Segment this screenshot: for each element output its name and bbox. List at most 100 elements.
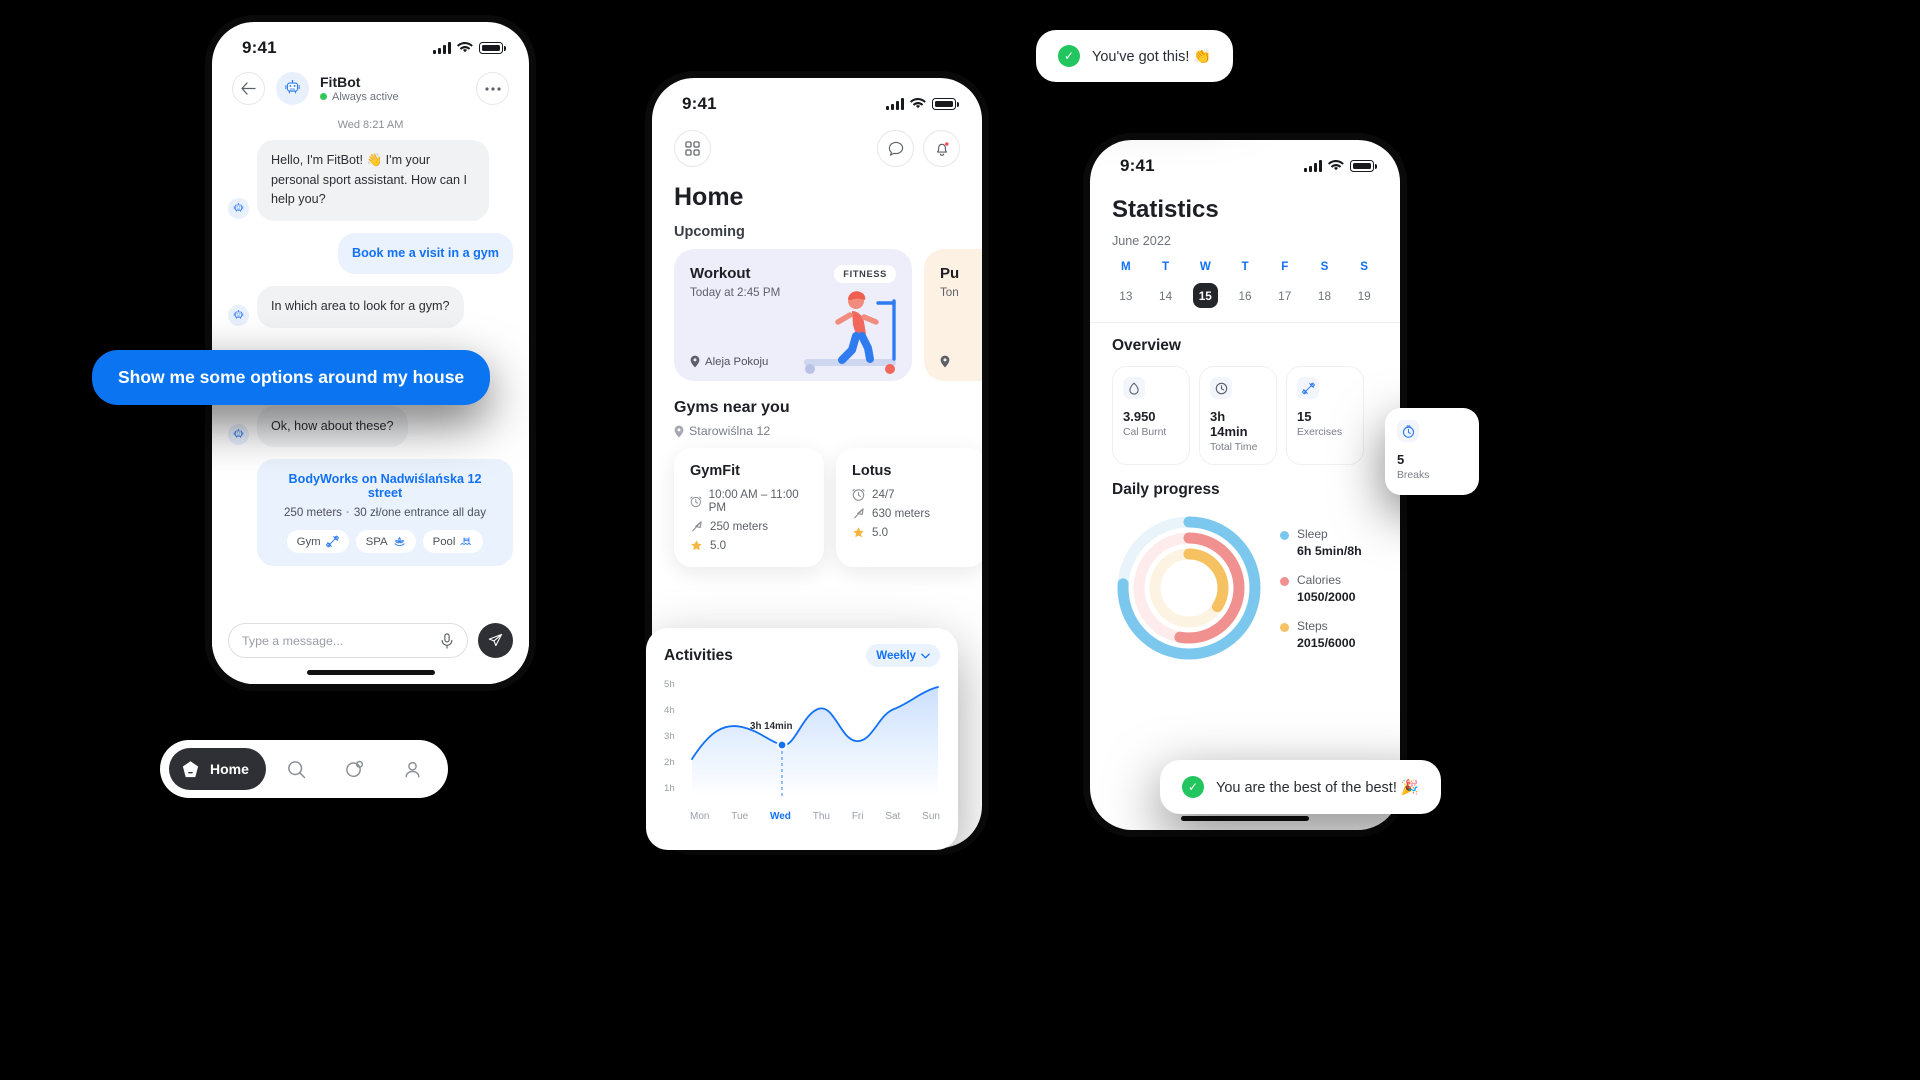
chevron-down-icon bbox=[921, 653, 930, 658]
bot-message-bubble: In which area to look for a gym? bbox=[257, 286, 464, 328]
home-toolbar bbox=[652, 118, 982, 167]
progress-legend: Sleep 6h 5min/8h Calories 1050/2000 Step… bbox=[1280, 527, 1362, 650]
upcoming-card-title: Workout bbox=[690, 265, 751, 282]
chat-status-label: Always active bbox=[332, 90, 399, 103]
gym-card-title: BodyWorks on Nadwiślańska 12 street bbox=[288, 472, 482, 501]
overview-card-calories[interactable]: 3.950 Cal Burnt bbox=[1112, 366, 1190, 465]
quick-reply-bubble[interactable]: Book me a visit in a gym bbox=[338, 232, 513, 275]
send-button[interactable] bbox=[478, 623, 513, 658]
gym-name: Lotus bbox=[852, 463, 892, 479]
day-label: 19 bbox=[1357, 288, 1371, 303]
upcoming-carousel[interactable]: Workout Today at 2:45 PM FITNESS Aleja P… bbox=[652, 249, 982, 381]
home-icon bbox=[182, 760, 199, 777]
toast-encouragement-top[interactable]: ✓ You've got this! 👏 bbox=[1036, 30, 1234, 82]
address-label: Starowiślna 12 bbox=[689, 424, 771, 438]
bottom-navigation-bar: Home bbox=[160, 740, 448, 798]
nav-item-search[interactable] bbox=[270, 759, 324, 780]
activities-line-chart bbox=[691, 686, 939, 797]
gym-tag-pool[interactable]: Pool bbox=[422, 530, 484, 554]
check-circle-icon: ✓ bbox=[1182, 776, 1204, 798]
grid-apps-icon bbox=[685, 141, 700, 156]
apps-grid-button[interactable] bbox=[674, 130, 711, 167]
day-label: 15 bbox=[1192, 283, 1218, 308]
mockup-stage: 9:41 FitBot Always active Wed 8:21 AM He… bbox=[0, 0, 1920, 1080]
overview-card-total-time[interactable]: 3h 14min Total Time bbox=[1199, 366, 1277, 465]
x-tick-thu: Thu bbox=[812, 811, 830, 822]
messages-button[interactable] bbox=[877, 130, 914, 167]
weekday-m: M bbox=[1121, 260, 1131, 273]
day-cell-18[interactable]: 18 bbox=[1305, 283, 1345, 308]
online-dot-icon bbox=[320, 93, 327, 101]
microphone-icon[interactable] bbox=[440, 632, 454, 649]
upcoming-card-location: Aleja Pokoju bbox=[690, 355, 768, 368]
day-label: 18 bbox=[1317, 288, 1332, 303]
chat-message-row: Ok, how about these? bbox=[228, 405, 513, 448]
nav-item-home[interactable]: Home bbox=[169, 748, 266, 790]
signal-icon bbox=[433, 42, 451, 54]
message-input[interactable]: Type a message... bbox=[228, 623, 468, 658]
upcoming-card-workout[interactable]: Workout Today at 2:45 PM FITNESS Aleja P… bbox=[674, 249, 912, 381]
gym-tag-label: Gym bbox=[296, 535, 321, 548]
day-cell-16[interactable]: 16 bbox=[1225, 283, 1265, 308]
overview-card-breaks-floating[interactable]: 5 Breaks bbox=[1385, 408, 1479, 495]
day-cell-13[interactable]: 13 bbox=[1106, 283, 1146, 308]
day-cell-14[interactable]: 14 bbox=[1146, 283, 1186, 308]
stopwatch-glyph-icon bbox=[1402, 425, 1414, 438]
floating-user-message[interactable]: Show me some options around my house bbox=[92, 350, 491, 405]
daily-progress-title: Daily progress bbox=[1112, 481, 1220, 498]
legend-name: Calories bbox=[1297, 572, 1342, 587]
chat-message-row: Book me a visit in a gym bbox=[228, 232, 513, 275]
more-options-button[interactable] bbox=[476, 72, 509, 105]
gym-suggestion-card[interactable]: BodyWorks on Nadwiślańska 12 street 250 … bbox=[257, 459, 513, 567]
upcoming-card-secondary[interactable]: Pu Ton bbox=[924, 249, 982, 381]
status-time: 9:41 bbox=[682, 94, 717, 113]
dot-separator: · bbox=[345, 506, 350, 520]
overview-card-exercises[interactable]: 15 Exercises bbox=[1286, 366, 1364, 465]
gym-distance: 630 meters bbox=[872, 507, 930, 520]
wifi-icon bbox=[457, 42, 473, 53]
bell-notification-icon bbox=[936, 142, 949, 156]
gym-tag-label: SPA bbox=[365, 535, 388, 548]
activities-header: Activities Weekly bbox=[664, 644, 940, 667]
notifications-button[interactable] bbox=[923, 130, 960, 167]
gyms-near-address: Starowiślna 12 bbox=[652, 417, 982, 448]
clock-icon bbox=[852, 488, 865, 501]
period-selector[interactable]: Weekly bbox=[866, 644, 940, 667]
weekday-f: F bbox=[1281, 260, 1289, 273]
back-button[interactable] bbox=[232, 72, 265, 105]
day-cell-19[interactable]: 19 bbox=[1344, 283, 1384, 308]
gym-card[interactable]: GymFit 10:00 AM – 11:00 PM 250 meters 5.… bbox=[674, 448, 824, 567]
weekday-s1: S bbox=[1320, 260, 1329, 273]
gym-tag-spa[interactable]: SPA bbox=[355, 530, 416, 554]
route-icon bbox=[854, 508, 864, 519]
chat-contact-status: Always active bbox=[320, 91, 399, 103]
toast-encouragement-bottom[interactable]: ✓ You are the best of the best! 🎉 bbox=[1160, 760, 1441, 814]
nav-item-stats[interactable] bbox=[328, 759, 382, 780]
status-time: 9:41 bbox=[242, 38, 277, 57]
gym-rating: 5.0 bbox=[872, 526, 889, 539]
activities-card: Activities Weekly 5h 4h 3h 2h 1h 3h 14mi… bbox=[646, 628, 958, 850]
day-cell-15-selected[interactable]: 15 bbox=[1185, 283, 1225, 308]
legend-value: 2015/6000 bbox=[1297, 635, 1356, 650]
nav-item-profile[interactable] bbox=[385, 759, 439, 780]
wifi-icon bbox=[910, 98, 926, 109]
gym-tag-gym[interactable]: Gym bbox=[286, 530, 349, 554]
chat-message-row: Hello, I'm FitBot! 👋 I'm your personal s… bbox=[228, 140, 513, 221]
chat-bubble-icon bbox=[888, 141, 903, 156]
day-label: 16 bbox=[1238, 288, 1252, 303]
x-tick-fri: Fri bbox=[851, 811, 864, 822]
home-indicator bbox=[306, 670, 435, 675]
month-label: June 2022 bbox=[1112, 234, 1171, 248]
y-tick-3h: 3h bbox=[664, 731, 675, 742]
bot-message-bubble: Ok, how about these? bbox=[257, 405, 408, 448]
y-tick-4h: 4h bbox=[664, 705, 675, 716]
pie-chart-icon bbox=[346, 760, 363, 777]
day-row: 13 14 15 16 17 18 19 bbox=[1090, 273, 1400, 308]
day-cell-17[interactable]: 17 bbox=[1265, 283, 1305, 308]
bot-message-bubble: Hello, I'm FitBot! 👋 I'm your personal s… bbox=[257, 140, 489, 221]
signal-icon bbox=[886, 98, 904, 110]
overview-label: Cal Burnt bbox=[1123, 427, 1167, 438]
gym-card[interactable]: Lotus 24/7 630 meters 5.0 bbox=[836, 448, 982, 567]
star-icon bbox=[691, 540, 702, 551]
legend-item-steps: Steps 2015/6000 bbox=[1280, 619, 1362, 650]
